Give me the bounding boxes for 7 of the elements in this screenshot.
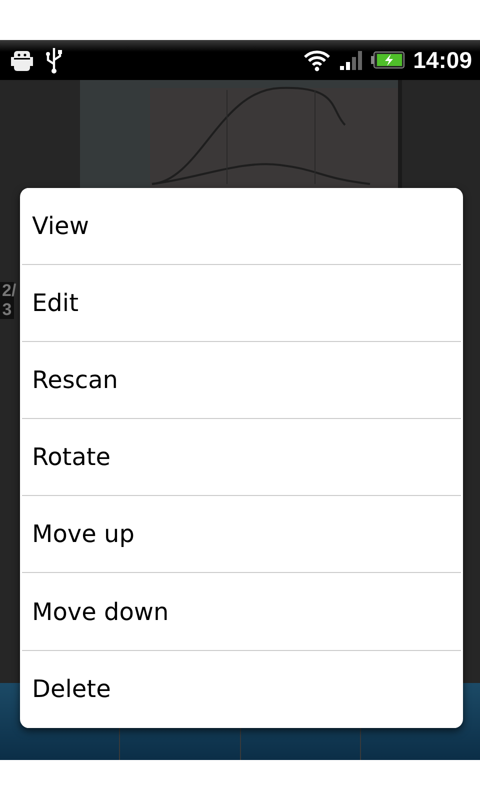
signal-icon bbox=[339, 49, 364, 71]
menu-item[interactable]: View bbox=[22, 188, 461, 266]
battery-icon bbox=[371, 50, 406, 70]
wifi-icon bbox=[303, 48, 332, 72]
usb-icon bbox=[44, 46, 64, 74]
page-indicator: 2/3 bbox=[0, 282, 14, 320]
clock-time: 14:09 bbox=[413, 46, 472, 75]
